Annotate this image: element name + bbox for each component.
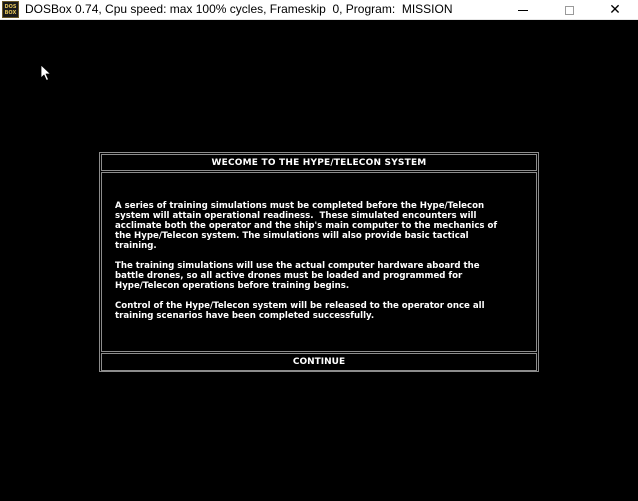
dialog-paragraph: The training simulations will use the ac… [115,261,480,291]
dialog-title: WECOME TO THE HYPE/TELECON SYSTEM [101,154,537,171]
mouse-cursor-icon [40,64,51,81]
title-bar[interactable]: DOS BOX DOSBox 0.74, Cpu speed: max 100%… [0,0,638,20]
dosbox-window: DOS BOX DOSBox 0.74, Cpu speed: max 100%… [0,0,638,501]
maximize-button[interactable] [546,0,592,20]
dosbox-app-icon[interactable]: DOS BOX [2,1,19,18]
welcome-dialog: WECOME TO THE HYPE/TELECON SYSTEM A seri… [99,152,539,372]
app-icon-label-bottom: BOX [4,9,17,16]
dialog-body: A series of training simulations must be… [101,172,537,352]
minimize-icon [518,9,528,11]
close-button[interactable]: ✕ [592,0,638,20]
maximize-icon [564,5,574,15]
dialog-paragraph: A series of training simulations must be… [115,201,498,251]
minimize-button[interactable] [500,0,546,20]
close-icon: ✕ [609,2,621,18]
continue-button[interactable]: CONTINUE [101,353,537,371]
window-title: DOSBox 0.74, Cpu speed: max 100% cycles,… [25,2,453,16]
dialog-paragraph: Control of the Hype/Telecon system will … [115,301,485,321]
